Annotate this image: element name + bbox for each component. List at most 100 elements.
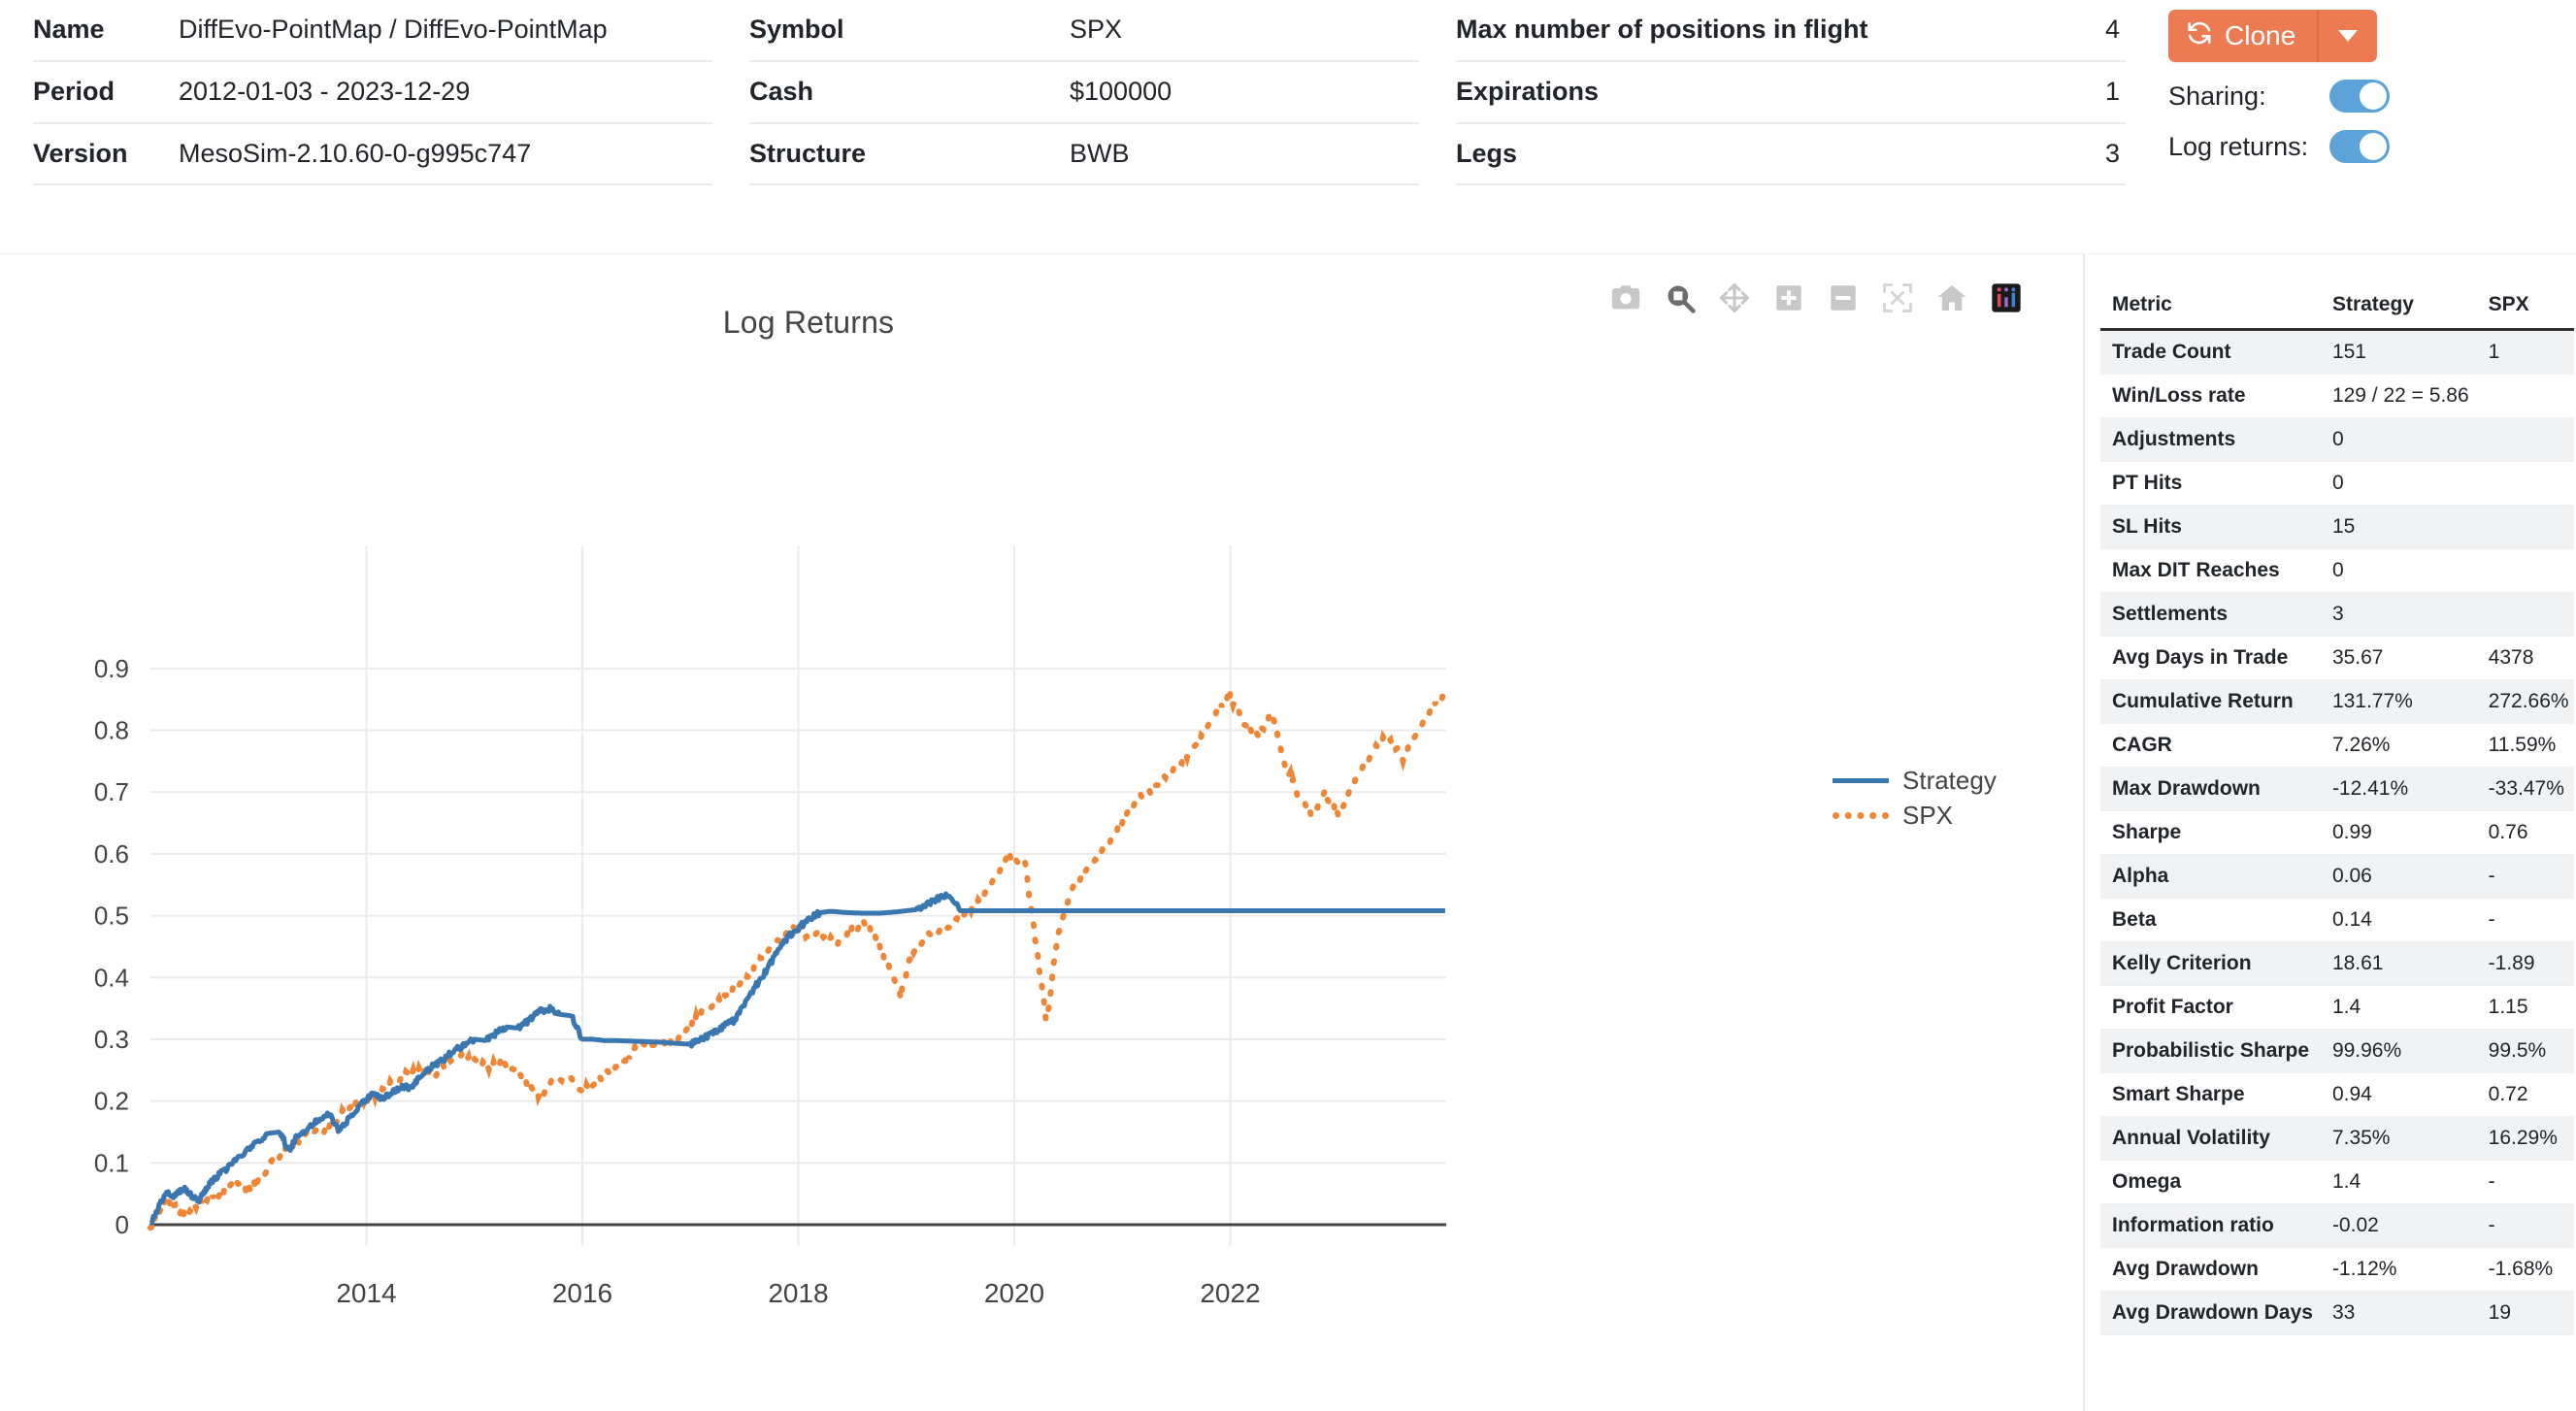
metric-name: Avg Drawdown Days	[2100, 1292, 2321, 1335]
label-period: Period	[33, 61, 169, 123]
metric-value-spx: 99.5%	[2477, 1030, 2574, 1073]
log-returns-toggle-knob	[2360, 133, 2387, 160]
chart-x-tick: 2016	[552, 1278, 612, 1308]
metric-value-strategy: 1.4	[2321, 986, 2477, 1030]
metrics-row: Avg Drawdown-1.12%-1.68%	[2100, 1248, 2574, 1292]
metrics-row: Cumulative Return131.77%272.66%	[2100, 680, 2574, 724]
summary-row-version: Version MesoSim-2.10.60-0-g995c747	[33, 123, 712, 185]
metrics-row: CAGR7.26%11.59%	[2100, 724, 2574, 768]
metric-value-spx	[2477, 593, 2574, 637]
metric-value-spx: 1.15	[2477, 986, 2574, 1030]
metrics-row: SL Hits15	[2100, 506, 2574, 549]
metric-value-spx	[2477, 418, 2574, 462]
metric-name: Cumulative Return	[2100, 680, 2321, 724]
metrics-table: Metric Strategy SPX Trade Count1511Win/L…	[2100, 289, 2574, 1335]
label-cash: Cash	[749, 61, 1070, 123]
label-legs: Legs	[1456, 123, 1999, 185]
metrics-row: Trade Count1511	[2100, 330, 2574, 375]
metric-value-strategy: 0.99	[2321, 811, 2477, 855]
legend-label-spx: SPX	[1902, 801, 1953, 831]
chart-y-tick: 0.3	[94, 1025, 129, 1054]
summary-row-period: Period 2012-01-03 - 2023-12-29	[33, 61, 712, 123]
metric-name: Settlements	[2100, 593, 2321, 637]
metric-value-spx: -1.68%	[2477, 1248, 2574, 1292]
chevron-down-icon	[2338, 30, 2358, 42]
metric-value-spx: -1.89	[2477, 942, 2574, 986]
label-expirations: Expirations	[1456, 61, 1999, 123]
metric-name: Smart Sharpe	[2100, 1073, 2321, 1117]
chart-x-tick: 2022	[1200, 1278, 1260, 1308]
legend-label-strategy: Strategy	[1902, 766, 1997, 796]
metrics-row: Omega1.4-	[2100, 1161, 2574, 1204]
metrics-col-metric: Metric	[2100, 289, 2321, 330]
metric-value-spx	[2477, 375, 2574, 418]
metrics-col-spx: SPX	[2477, 289, 2574, 330]
clone-dropdown-toggle[interactable]	[2319, 10, 2377, 62]
summary-row-cash: Cash $100000	[749, 61, 1419, 123]
metrics-row: Kelly Criterion18.61-1.89	[2100, 942, 2574, 986]
chart-y-tick: 0.7	[94, 777, 129, 806]
label-name: Name	[33, 0, 169, 61]
metric-value-strategy: 129 / 22 = 5.86	[2321, 375, 2477, 418]
metric-value-spx: -	[2477, 1204, 2574, 1248]
chart-y-tick-labels: 00.10.20.30.40.50.60.70.80.9	[94, 654, 129, 1239]
metric-value-spx	[2477, 462, 2574, 506]
label-symbol: Symbol	[749, 0, 1070, 61]
log-returns-chart[interactable]: Log Returns 00.10.20.30.40.50.60.70.80.9…	[0, 254, 2085, 1411]
metrics-row: Beta0.14-	[2100, 899, 2574, 942]
metrics-row: Alpha0.06-	[2100, 855, 2574, 899]
metric-name: Alpha	[2100, 855, 2321, 899]
value-expirations: 1	[1999, 61, 2126, 123]
metric-name: Adjustments	[2100, 418, 2321, 462]
metric-value-strategy: 7.26%	[2321, 724, 2477, 768]
metric-value-spx: -	[2477, 855, 2574, 899]
value-period: 2012-01-03 - 2023-12-29	[169, 61, 712, 123]
value-cash: $100000	[1070, 61, 1419, 123]
sharing-toggle[interactable]	[2329, 80, 2390, 113]
refresh-icon	[2186, 19, 2213, 51]
metrics-row: Settlements3	[2100, 593, 2574, 637]
metrics-row: Sharpe0.990.76	[2100, 811, 2574, 855]
metric-name: Max DIT Reaches	[2100, 549, 2321, 593]
metric-name: Max Drawdown	[2100, 768, 2321, 811]
metrics-row: Win/Loss rate129 / 22 = 5.86	[2100, 375, 2574, 418]
metric-value-strategy: -1.12%	[2321, 1248, 2477, 1292]
metric-value-spx: -	[2477, 1161, 2574, 1204]
chart-x-tick: 2020	[984, 1278, 1044, 1308]
metrics-row: Smart Sharpe0.940.72	[2100, 1073, 2574, 1117]
metric-value-strategy: 33	[2321, 1292, 2477, 1335]
chart-gridlines	[150, 545, 1446, 1246]
metric-value-spx	[2477, 549, 2574, 593]
metric-name: PT Hits	[2100, 462, 2321, 506]
metrics-row: Avg Drawdown Days3319	[2100, 1292, 2574, 1335]
metric-value-spx: 11.59%	[2477, 724, 2574, 768]
label-structure: Structure	[749, 123, 1070, 185]
metric-name: CAGR	[2100, 724, 2321, 768]
metrics-row: PT Hits0	[2100, 462, 2574, 506]
clone-split-button[interactable]: Clone	[2168, 10, 2377, 62]
legend-item-strategy[interactable]: Strategy	[1833, 763, 1997, 798]
chart-y-tick: 0.5	[94, 902, 129, 931]
metric-value-strategy: 3	[2321, 593, 2477, 637]
metric-value-strategy: 0.94	[2321, 1073, 2477, 1117]
chart-x-tick-labels: 20142016201820202022	[336, 1278, 1260, 1308]
log-returns-toggle-row: Log returns:	[2168, 130, 2460, 163]
legend-item-spx[interactable]: SPX	[1833, 798, 1997, 833]
metrics-row: Probabilistic Sharpe99.96%99.5%	[2100, 1030, 2574, 1073]
metrics-row: Information ratio-0.02-	[2100, 1204, 2574, 1248]
summary-row-expirations: Expirations 1	[1456, 61, 2126, 123]
log-returns-toggle[interactable]	[2329, 130, 2390, 163]
metric-value-strategy: 15	[2321, 506, 2477, 549]
log-returns-label: Log returns:	[2168, 132, 2316, 162]
clone-button[interactable]: Clone	[2168, 10, 2319, 62]
chart-x-tick: 2014	[336, 1278, 396, 1308]
chart-y-tick: 0.1	[94, 1148, 129, 1177]
metric-name: Annual Volatility	[2100, 1117, 2321, 1161]
chart-legend[interactable]: Strategy SPX	[1833, 763, 1997, 833]
legend-swatch-strategy	[1833, 778, 1889, 783]
value-legs: 3	[1999, 123, 2126, 185]
value-symbol: SPX	[1070, 0, 1419, 61]
metrics-header-row: Metric Strategy SPX	[2100, 289, 2574, 330]
metric-value-strategy: 0.06	[2321, 855, 2477, 899]
metric-value-strategy: 18.61	[2321, 942, 2477, 986]
